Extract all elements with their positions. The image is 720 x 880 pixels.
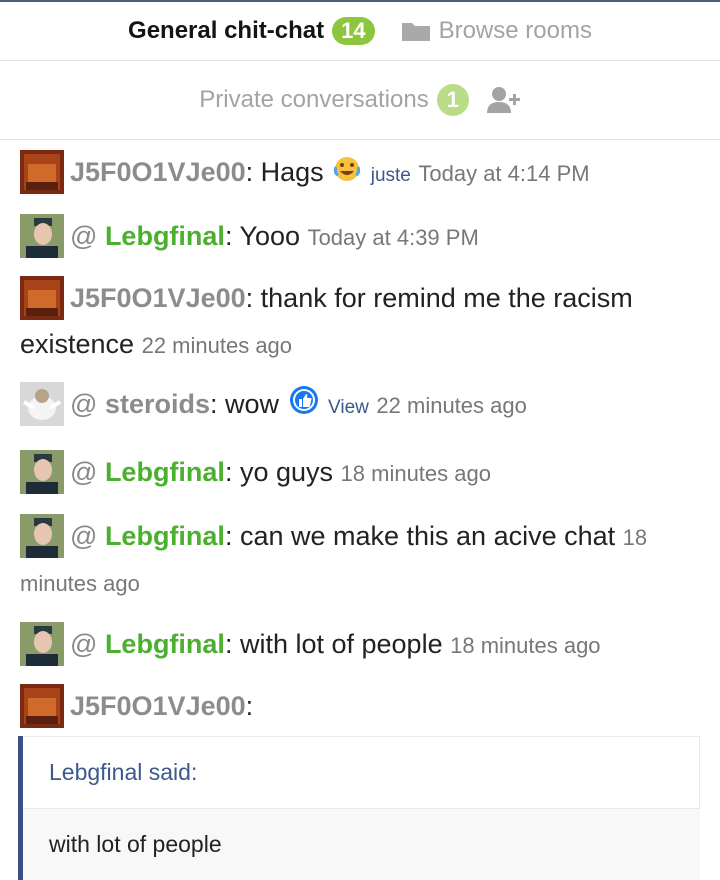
tab-browse-label: Browse rooms — [438, 17, 592, 44]
mention-at: @ — [70, 520, 98, 551]
quote-block: Lebgfinal said: with lot of people — [18, 735, 700, 880]
chat-message: @ Lebgfinal: with lot of people 18 minut… — [0, 621, 720, 668]
username[interactable]: Lebgfinal — [105, 221, 225, 251]
avatar[interactable] — [20, 683, 64, 728]
chat-message: J5F0O1VJe00: thank for remind me the rac… — [0, 275, 720, 368]
chat-message: @ Lebgfinal: yo guys 18 minutes ago — [0, 449, 720, 496]
avatar[interactable] — [20, 213, 64, 258]
message-text: yo guys — [239, 456, 334, 487]
tab-general-chit-chat[interactable]: General chit-chat 14 — [128, 17, 375, 45]
message-text: can we make this an acive chat — [239, 520, 616, 551]
tab-private-conversations[interactable]: Private conversations 1 — [199, 84, 469, 116]
add-user-icon[interactable] — [486, 86, 521, 114]
general-count-badge: 14 — [332, 17, 375, 45]
username[interactable]: Lebgfinal — [105, 521, 225, 551]
tab-private-label: Private conversations — [199, 86, 429, 113]
username[interactable]: J5F0O1VJe00 — [70, 283, 246, 313]
message-text: Yooo — [239, 221, 301, 251]
chat-message: @ steroids: wow View 22 minutes ago — [0, 381, 720, 430]
chat-message: J5F0O1VJe00: Hags juste Today at 4:14 PM — [0, 149, 720, 198]
message-text: Hags — [260, 157, 324, 187]
message-time: Today at 4:14 PM — [418, 161, 590, 186]
avatar[interactable] — [20, 381, 64, 426]
avatar[interactable] — [20, 275, 64, 320]
laughing-crying-emoji-icon — [333, 152, 361, 196]
chat-message: @ Lebgfinal: can we make this an acive c… — [0, 513, 720, 606]
private-count-badge: 1 — [436, 84, 469, 116]
message-time: 18 minutes ago — [450, 632, 601, 658]
username[interactable]: Lebgfinal — [105, 629, 225, 659]
mention-at: @ — [70, 456, 98, 487]
avatar[interactable] — [20, 449, 64, 494]
thumbs-up-icon — [289, 384, 319, 428]
avatar[interactable] — [20, 149, 64, 194]
quote-text: with lot of people — [49, 830, 222, 857]
mention-at: @ — [70, 388, 98, 419]
message-time: 18 minutes ago — [340, 460, 491, 486]
username[interactable]: J5F0O1VJe00 — [70, 157, 246, 187]
room-tabs: General chit-chat 14 Browse rooms — [0, 2, 720, 61]
mention-at: @ — [70, 221, 98, 251]
tab-general-label: General chit-chat — [128, 17, 325, 44]
username[interactable]: Lebgfinal — [105, 457, 225, 487]
message-time: Today at 4:39 PM — [307, 225, 479, 250]
chat-message: @ Lebgfinal: Yooo Today at 4:39 PM — [0, 213, 720, 260]
message-time: 22 minutes ago — [376, 392, 527, 418]
private-tabs: Private conversations 1 — [0, 61, 720, 140]
username[interactable]: steroids — [105, 389, 210, 419]
quote-author[interactable]: Lebgfinal said: — [23, 735, 700, 809]
chat-message: J5F0O1VJe00: — [0, 683, 720, 730]
message-link[interactable]: View — [328, 397, 369, 418]
folder-icon — [401, 20, 431, 42]
message-time: 22 minutes ago — [141, 332, 293, 358]
avatar[interactable] — [20, 513, 64, 558]
chat-feed: J5F0O1VJe00: Hags juste Today at 4:14 PM… — [0, 140, 720, 880]
message-link[interactable]: juste — [371, 165, 411, 186]
username[interactable]: J5F0O1VJe00 — [70, 691, 246, 721]
tab-browse-rooms[interactable]: Browse rooms — [375, 17, 592, 45]
mention-at: @ — [70, 628, 98, 659]
avatar[interactable] — [20, 621, 64, 666]
message-text: wow — [225, 388, 280, 419]
message-text: with lot of people — [239, 628, 443, 659]
